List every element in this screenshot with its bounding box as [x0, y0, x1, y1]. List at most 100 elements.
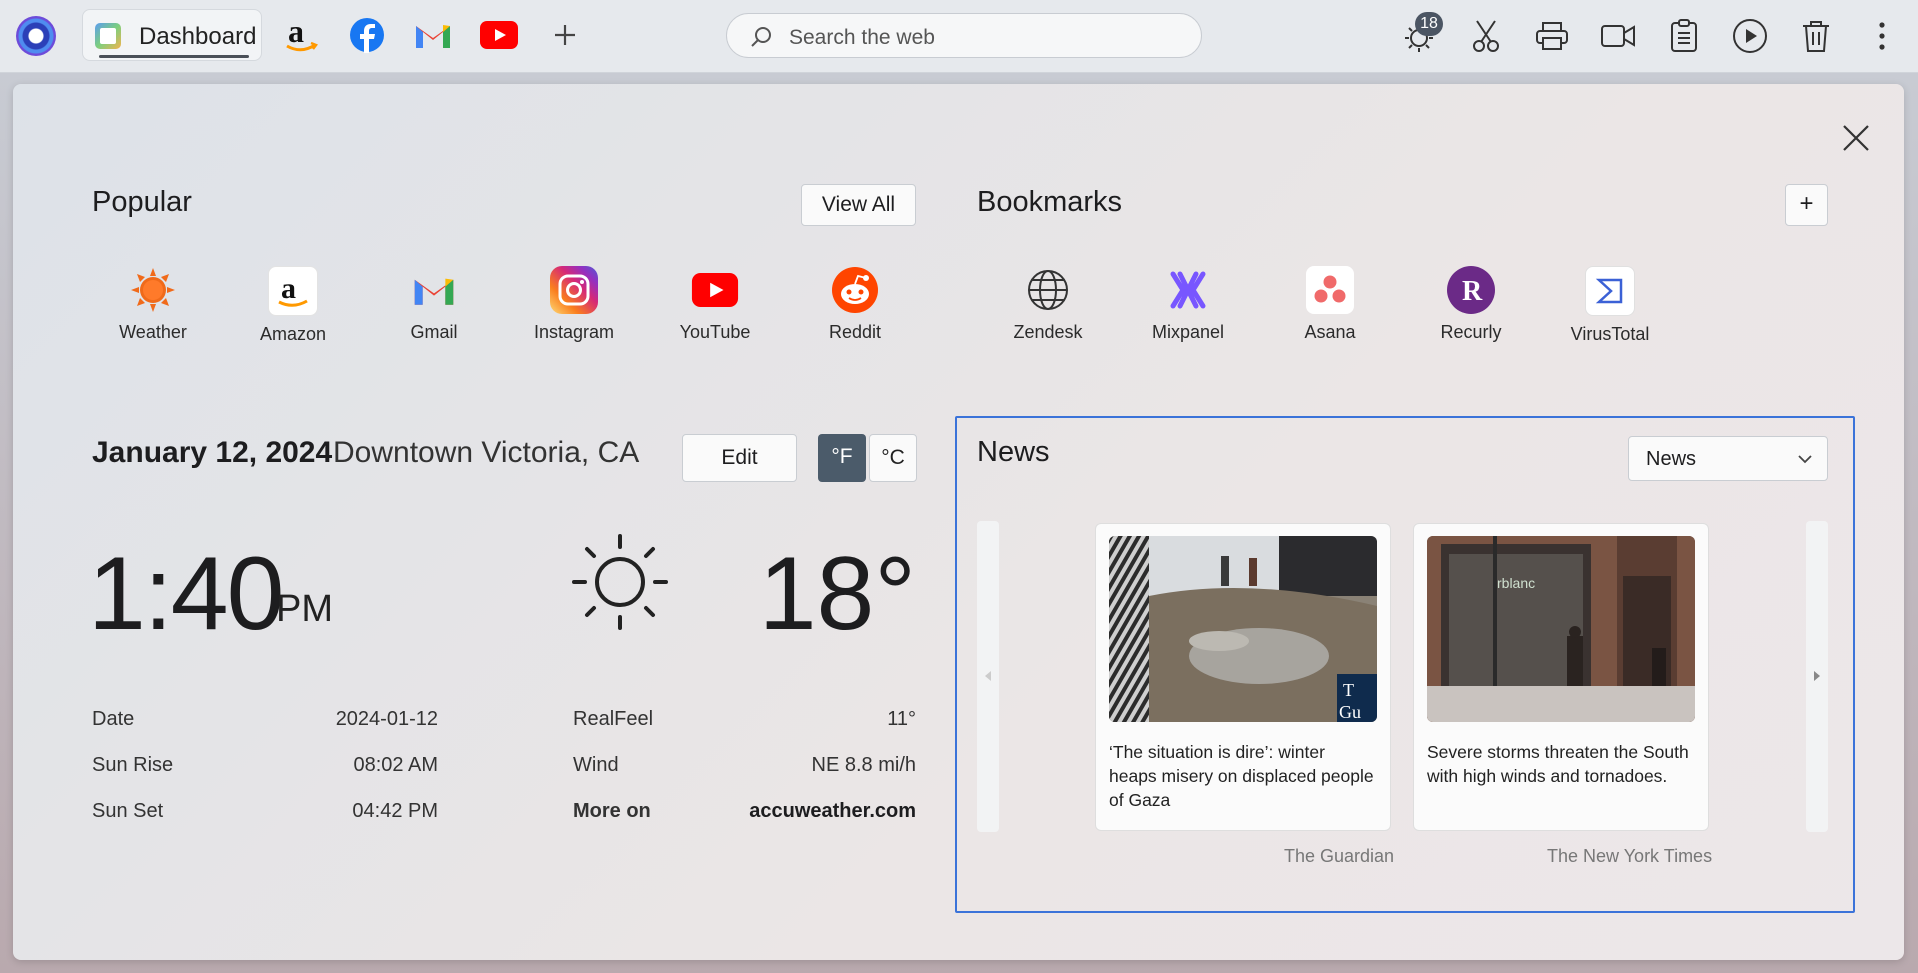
bookmark-zendesk[interactable]: Zendesk [988, 266, 1108, 343]
popular-reddit[interactable]: Reddit [795, 266, 915, 343]
more-on-label: More on [573, 800, 651, 822]
browser-logo-icon[interactable] [16, 16, 56, 56]
instagram-icon [550, 266, 598, 314]
trash-icon[interactable] [1795, 15, 1837, 57]
weather-sun-icon [129, 266, 177, 314]
news-prev-button[interactable] [977, 521, 999, 832]
search-icon [751, 27, 771, 47]
accuweather-link[interactable]: accuweather.com [749, 800, 916, 823]
svg-text:a: a [288, 16, 304, 49]
site-label: Zendesk [1013, 322, 1083, 342]
news-card[interactable]: rblanc Severe storms threaten the South … [1413, 523, 1709, 831]
bookmark-asana[interactable]: Asana [1270, 266, 1390, 343]
bookmarks-title: Bookmarks [977, 186, 1123, 218]
site-label: Amazon [259, 324, 327, 344]
celsius-toggle[interactable]: °C [869, 434, 917, 482]
amazon-icon: a [268, 266, 318, 316]
browser-toolbar: Dashboard a Search the web 18 [0, 0, 1918, 73]
svg-text:a: a [281, 272, 296, 305]
popular-title: Popular [92, 186, 192, 218]
youtube-icon [691, 266, 739, 314]
globe-icon [1024, 266, 1072, 314]
site-label: Recurly [1440, 322, 1502, 342]
svg-text:rblanc: rblanc [1497, 575, 1535, 591]
gmail-icon[interactable] [412, 14, 454, 56]
weather-location: Downtown Victoria, CA [333, 436, 640, 469]
clipboard-icon[interactable] [1663, 15, 1705, 57]
news-next-button[interactable] [1806, 521, 1828, 832]
fahrenheit-toggle[interactable]: °F [818, 434, 866, 482]
youtube-icon[interactable] [478, 14, 520, 56]
popular-amazon[interactable]: a Amazon [233, 266, 353, 345]
site-label: VirusTotal [1570, 324, 1650, 344]
popular-weather[interactable]: Weather [93, 266, 213, 343]
active-tab-indicator [99, 55, 249, 58]
dashboard-icon [95, 23, 121, 49]
bookmark-recurly[interactable]: R Recurly [1411, 266, 1531, 343]
sunrise-label: Sun Rise [92, 754, 174, 776]
current-time: 1:40 [88, 536, 284, 652]
new-tab-button[interactable] [544, 14, 586, 56]
add-bookmark-button[interactable]: + [1785, 184, 1828, 226]
chevron-left-icon [985, 671, 991, 681]
bookmark-virustotal[interactable]: VirusTotal [1550, 266, 1670, 345]
reddit-icon [831, 266, 879, 314]
news-source: The Guardian [1284, 846, 1395, 866]
printer-icon[interactable] [1531, 15, 1573, 57]
tab-label: Dashboard [139, 23, 257, 50]
news-card[interactable]: T Gu ‘The situation is dire’: winter hea… [1095, 523, 1391, 831]
edit-location-button[interactable]: Edit [682, 434, 797, 482]
notification-badge: 18 [1415, 12, 1443, 36]
sunset-value: 04:42 PM [352, 800, 438, 822]
realfeel-label: RealFeel [573, 708, 654, 730]
tab-dashboard[interactable]: Dashboard [82, 9, 262, 61]
gmail-icon [410, 266, 458, 314]
site-label: Asana [1304, 322, 1356, 342]
svg-text:T: T [1343, 680, 1354, 700]
facebook-icon[interactable] [346, 14, 388, 56]
sunset-label: Sun Set [92, 800, 164, 822]
site-label: Gmail [410, 322, 458, 342]
popular-instagram[interactable]: Instagram [514, 266, 634, 343]
site-label: Reddit [828, 322, 882, 342]
news-feed-select[interactable]: News [1628, 436, 1828, 481]
news-source: The New York Times [1547, 846, 1713, 866]
site-label: Mixpanel [1151, 322, 1225, 342]
play-icon[interactable] [1729, 15, 1771, 57]
popular-gmail[interactable]: Gmail [374, 266, 494, 343]
sunrise-value: 08:02 AM [353, 754, 438, 776]
amazon-icon[interactable]: a [280, 14, 322, 56]
weather-date: January 12, 2024 [92, 436, 333, 469]
sun-icon [572, 534, 668, 630]
weather-date-label: Date [92, 708, 135, 730]
site-label: Instagram [533, 322, 615, 342]
news-feed-selected: News [1646, 448, 1697, 470]
view-all-button[interactable]: View All [801, 184, 916, 226]
more-icon[interactable] [1861, 15, 1903, 57]
news-headline: ‘The situation is dire’: winter heaps mi… [1109, 742, 1374, 810]
bookmark-mixpanel[interactable]: Mixpanel [1128, 266, 1248, 343]
asana-icon [1306, 266, 1354, 314]
news-widget [955, 416, 1855, 913]
wind-value: NE 8.8 mi/h [811, 754, 916, 776]
popular-youtube[interactable]: YouTube [655, 266, 775, 343]
news-image: rblanc [1427, 536, 1695, 722]
current-temperature: 18° [758, 536, 916, 652]
news-title: News [977, 436, 1050, 468]
news-image: T Gu [1109, 536, 1377, 722]
search-bar[interactable]: Search the web [726, 13, 1202, 58]
news-headline: Severe storms threaten the South with hi… [1427, 742, 1689, 786]
svg-text:Gu: Gu [1339, 702, 1361, 722]
virustotal-icon [1585, 266, 1635, 316]
search-placeholder: Search the web [789, 26, 935, 49]
svg-text:R: R [1462, 276, 1483, 305]
time-ampm: PM [276, 588, 333, 630]
chevron-down-icon [1798, 455, 1812, 464]
video-camera-icon[interactable] [1597, 15, 1639, 57]
recurly-icon: R [1447, 266, 1495, 314]
realfeel-value: 11° [887, 708, 916, 730]
site-label: YouTube [679, 322, 751, 342]
chevron-right-icon [1814, 671, 1820, 681]
scissors-icon[interactable] [1465, 15, 1507, 57]
close-icon[interactable] [1840, 122, 1872, 154]
